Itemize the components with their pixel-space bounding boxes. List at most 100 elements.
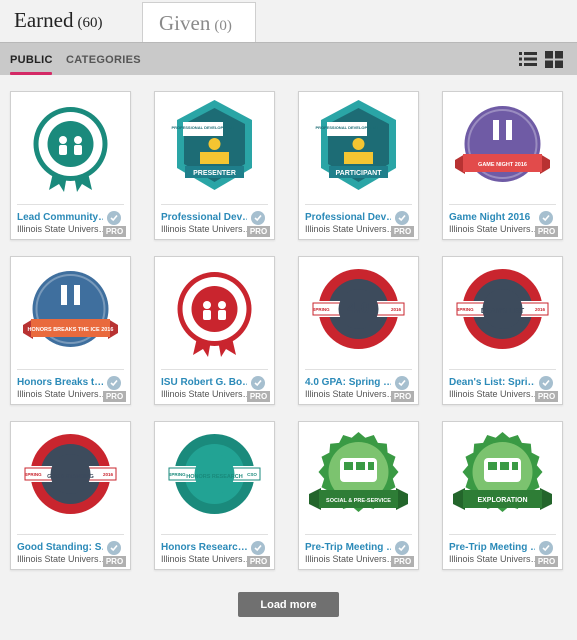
tab-bar: Earned (60) Given (0) bbox=[0, 0, 577, 42]
verified-check-icon bbox=[539, 541, 553, 555]
pro-badge: PRO bbox=[535, 391, 558, 402]
badge-image-side-label: SPRING bbox=[24, 472, 42, 477]
badge-title[interactable]: Professional Dev… bbox=[161, 212, 247, 223]
badge-title[interactable]: Pre-Trip Meeting … bbox=[449, 542, 535, 553]
badge-image-text: GOOD STANDING bbox=[47, 474, 94, 480]
verified-check-icon bbox=[251, 541, 265, 555]
badge-image-side-label: SPRING bbox=[456, 307, 474, 312]
badge-title[interactable]: Honors Researc… bbox=[161, 542, 247, 553]
pro-badge: PRO bbox=[535, 556, 558, 567]
badge-issuer: Illinois State Univers… bbox=[305, 224, 391, 234]
badge-divider bbox=[161, 369, 268, 370]
badge-image-side-label: SPRING bbox=[168, 472, 186, 477]
badge-card[interactable]: ISU Robert G. Bo… Illinois State Univers…… bbox=[154, 256, 275, 405]
badge-card[interactable]: DEAN'S LIST SPRING 2016 Dean's List: Spri… I… bbox=[442, 256, 563, 405]
badge-issuer: Illinois State Univers… bbox=[17, 554, 103, 564]
pro-badge: PRO bbox=[103, 556, 126, 567]
badge-image-text: EXPLORATION bbox=[477, 497, 527, 504]
badge-divider bbox=[449, 204, 556, 205]
badge-title[interactable]: 4.0 GPA: Spring … bbox=[305, 377, 391, 388]
badge-card[interactable]: SOCIAL & PRE-SERVICE Pre-Trip Meeting … Il… bbox=[298, 421, 419, 570]
badge-divider bbox=[161, 204, 268, 205]
badge-card[interactable]: GOOD STANDING SPRING 2016 Good Standing: S…… bbox=[10, 421, 131, 570]
list-view-icon[interactable] bbox=[519, 51, 537, 67]
badge-issuer: Illinois State Univers… bbox=[17, 224, 103, 234]
tab-given[interactable]: Given (0) bbox=[142, 2, 256, 42]
tab-earned-label: Earned bbox=[14, 8, 74, 32]
badge-title[interactable]: Good Standing: S… bbox=[17, 542, 103, 553]
pro-badge: PRO bbox=[103, 391, 126, 402]
badge-image: GAME NIGHT 2016 bbox=[455, 106, 550, 182]
badge-image: HONORS BREAKS THE ICE 2016 bbox=[23, 271, 118, 347]
badge-image-text: PARTICIPANT bbox=[335, 170, 382, 177]
pro-badge: PRO bbox=[391, 391, 414, 402]
badge-card[interactable]: GAME NIGHT 2016 Game Night 2016 Illinois S… bbox=[442, 91, 563, 240]
tab-given-label: Given bbox=[159, 11, 211, 35]
badge-card[interactable]: HONORS BREAKS THE ICE 2016 Honors Breaks … bbox=[10, 256, 131, 405]
badge-card[interactable]: EXPLORATION Pre-Trip Meeting … Illinois St… bbox=[442, 421, 563, 570]
badge-divider bbox=[305, 369, 412, 370]
badge-title[interactable]: Lead Community… bbox=[17, 212, 103, 223]
badge-divider bbox=[449, 369, 556, 370]
badge-image: HONORS RESEARCHSPRING CSO bbox=[167, 434, 262, 514]
tab-earned[interactable]: Earned (60) bbox=[0, 0, 140, 42]
tab-earned-count: (60) bbox=[77, 15, 103, 31]
filter-public[interactable]: PUBLIC bbox=[10, 54, 53, 66]
badge-issuer: Illinois State Univers… bbox=[17, 389, 103, 399]
badge-image-text: HONORS RESEARCH bbox=[186, 474, 243, 480]
badge-image bbox=[177, 272, 252, 357]
badge-issuer: Illinois State Univers… bbox=[161, 389, 247, 399]
badge-issuer: Illinois State Univers… bbox=[449, 389, 535, 399]
pro-badge: PRO bbox=[103, 226, 126, 237]
badge-image-side-label: 2016 bbox=[535, 307, 546, 312]
filter-categories[interactable]: CATEGORIES bbox=[66, 54, 141, 66]
badge-title[interactable]: Honors Breaks t… bbox=[17, 377, 103, 388]
badge-image-side-label: 2016 bbox=[103, 472, 114, 477]
badge-title[interactable]: Game Night 2016 bbox=[449, 212, 535, 223]
badge-image: GOOD STANDING SPRING 2016 bbox=[23, 434, 118, 514]
badge-image-text: SOCIAL & PRE-SERVICE bbox=[326, 498, 391, 504]
badge-image-text: DEAN'S LIST bbox=[481, 308, 525, 315]
badge-image-text: HONORS BREAKS THE ICE 2016 bbox=[28, 327, 114, 333]
pro-badge: PRO bbox=[391, 556, 414, 567]
badge-image-side-label: 2016 bbox=[391, 307, 402, 312]
badge-divider bbox=[449, 534, 556, 535]
pro-badge: PRO bbox=[247, 556, 270, 567]
badge-card[interactable]: 4.0 SPRING 2016 4.0 GPA: Spring … Illinois S… bbox=[298, 256, 419, 405]
badge-title[interactable]: Pre-Trip Meeting … bbox=[305, 542, 391, 553]
badge-issuer: Illinois State Univers… bbox=[161, 554, 247, 564]
badge-card[interactable]: PRESENTER PROFESSIONAL DEVELOPMENT Profess… bbox=[154, 91, 275, 240]
verified-check-icon bbox=[107, 541, 121, 555]
badge-image: SOCIAL & PRE-SERVICE bbox=[309, 432, 408, 512]
badge-divider bbox=[161, 534, 268, 535]
verified-check-icon bbox=[539, 376, 553, 390]
active-filter-indicator bbox=[10, 72, 52, 75]
badge-divider bbox=[305, 534, 412, 535]
badge-issuer: Illinois State Univers… bbox=[161, 224, 247, 234]
grid-view-icon[interactable] bbox=[545, 51, 563, 68]
pro-badge: PRO bbox=[391, 226, 414, 237]
verified-check-icon bbox=[251, 376, 265, 390]
badge-card[interactable]: HONORS RESEARCH SPRING CSO Honors Researc… I… bbox=[154, 421, 275, 570]
badge-image-label: PROFESSIONAL DEVELOPMENT bbox=[315, 125, 379, 130]
badge-card[interactable]: Lead Community… Illinois State Univers… PR… bbox=[10, 91, 131, 240]
badge-card[interactable]: PARTICIPANT PROFESSIONAL DEVELOPMENT Profe… bbox=[298, 91, 419, 240]
badge-divider bbox=[17, 204, 124, 205]
badge-image bbox=[33, 107, 108, 192]
verified-check-icon bbox=[395, 541, 409, 555]
badge-image-text: GAME NIGHT 2016 bbox=[478, 162, 527, 168]
badge-title[interactable]: ISU Robert G. Bo… bbox=[161, 377, 247, 388]
badge-image-text: PRESENTER bbox=[193, 170, 236, 177]
load-more-button[interactable]: Load more bbox=[238, 592, 339, 617]
pro-badge: PRO bbox=[247, 226, 270, 237]
badge-issuer: Illinois State Univers… bbox=[449, 224, 535, 234]
badge-image: PARTICIPANT PROFESSIONAL DEVELOPMENT bbox=[315, 100, 396, 190]
badge-image: DEAN'S LIST SPRING 2016 bbox=[455, 269, 550, 349]
badge-image: EXPLORATION bbox=[453, 432, 552, 512]
verified-check-icon bbox=[395, 376, 409, 390]
badge-title[interactable]: Dean's List: Spri… bbox=[449, 377, 535, 388]
verified-check-icon bbox=[395, 211, 409, 225]
tab-given-count: (0) bbox=[214, 18, 232, 34]
verified-check-icon bbox=[251, 211, 265, 225]
badge-title[interactable]: Professional Dev… bbox=[305, 212, 391, 223]
